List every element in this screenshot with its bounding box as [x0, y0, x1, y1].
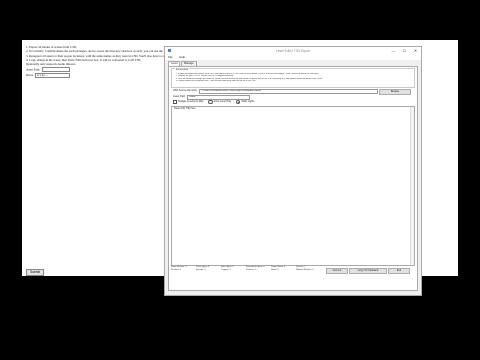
submit-button[interactable]: Submit — [26, 269, 44, 276]
instruction-item: 4. Select below on this pattern here. Th… — [176, 80, 257, 83]
window-title: Level Editor T3D Export — [276, 49, 310, 53]
output-label: Dress — [26, 73, 34, 78]
source-dir-row: C3D Source Directory C:\Users\Documents\… — [173, 88, 415, 95]
instruction-line: Optionally only supports Audio imports. — [26, 62, 77, 67]
status-counts: Static Meshes: 0 Point Lights: 0 Spot Li… — [171, 266, 321, 271]
convert-button[interactable]: Convert — [326, 268, 348, 274]
option-label: Actor Level Only — [213, 100, 232, 103]
menu-file[interactable]: File — [168, 55, 173, 60]
option-actor-level-only[interactable]: Actor Level Only — [208, 99, 232, 105]
title-bar[interactable]: Level Editor T3D Export — ☐ ✕ — [165, 47, 421, 55]
maximize-icon[interactable]: ☐ — [402, 48, 407, 54]
asset-path-row: Asset Path /Game — [173, 94, 415, 100]
status-count: Sounds: 0 — [196, 268, 206, 271]
instruction-line: 2. In Convertr, Confirm delete the such … — [26, 49, 223, 54]
status-count: Brushes: 0 — [171, 268, 181, 271]
converter-window: Level Editor T3D Export — ☐ ✕ File Help … — [164, 46, 422, 296]
textarea-scrollbar[interactable] — [410, 107, 414, 265]
menu-help[interactable]: Help — [179, 55, 185, 60]
instructions-text: 1. Export all modes of scenes from C3D. … — [26, 45, 223, 79]
menu-bar: File Help — [165, 55, 421, 60]
option-multiple-levels[interactable]: Multiple Level(s) in Map — [173, 99, 204, 105]
option-label: Multiple Level(s) in Map — [178, 100, 204, 103]
instructions-group: Instructions 1. Export all battles and t… — [171, 67, 415, 88]
group-legend: Instructions — [175, 67, 190, 71]
window-controls: — ☐ ✕ — [391, 48, 418, 54]
radio-selected-icon[interactable] — [236, 99, 241, 105]
status-count: Volumes: 0 — [246, 268, 257, 271]
checkbox-icon[interactable] — [173, 99, 178, 105]
instructions-list: 1. Export all battles and terrain from C… — [176, 73, 412, 83]
asset-path-label: Asset Path: — [26, 67, 41, 72]
option-static-lights[interactable]: Static Lights — [236, 99, 255, 105]
asset-path-input[interactable] — [42, 66, 71, 73]
t3d-placeholder: Paste C3D T3D Here — [174, 108, 196, 110]
status-count: Skeletal Meshes: 0 — [296, 268, 314, 271]
copy-to-clipboard-button[interactable]: Copy To Clipboard — [349, 268, 387, 274]
close-icon[interactable]: ✕ — [413, 48, 418, 54]
asset-path-label: Asset Path — [173, 95, 186, 98]
exit-button[interactable]: Exit — [388, 268, 410, 274]
status-count: Triggers: 0 — [221, 268, 231, 271]
tab-panel: Instructions 1. Export all battles and t… — [168, 66, 418, 291]
status-count: Notes: 0 — [271, 268, 279, 271]
minimize-icon[interactable]: — — [391, 48, 396, 54]
options-row: Multiple Level(s) in Map Actor Level Onl… — [173, 99, 255, 105]
radio-icon[interactable] — [208, 99, 213, 105]
t3d-textarea[interactable]: Paste C3D T3D Here — [171, 106, 415, 266]
asset-path-row: Asset Path: — [26, 66, 186, 73]
output-textbox[interactable]: sc1 ba ... — [35, 72, 71, 79]
source-dir-label: C3D Source Directory — [173, 89, 198, 92]
option-label: Static Lights — [241, 100, 255, 103]
output-row: Dress sc1 ba ... — [26, 72, 186, 79]
